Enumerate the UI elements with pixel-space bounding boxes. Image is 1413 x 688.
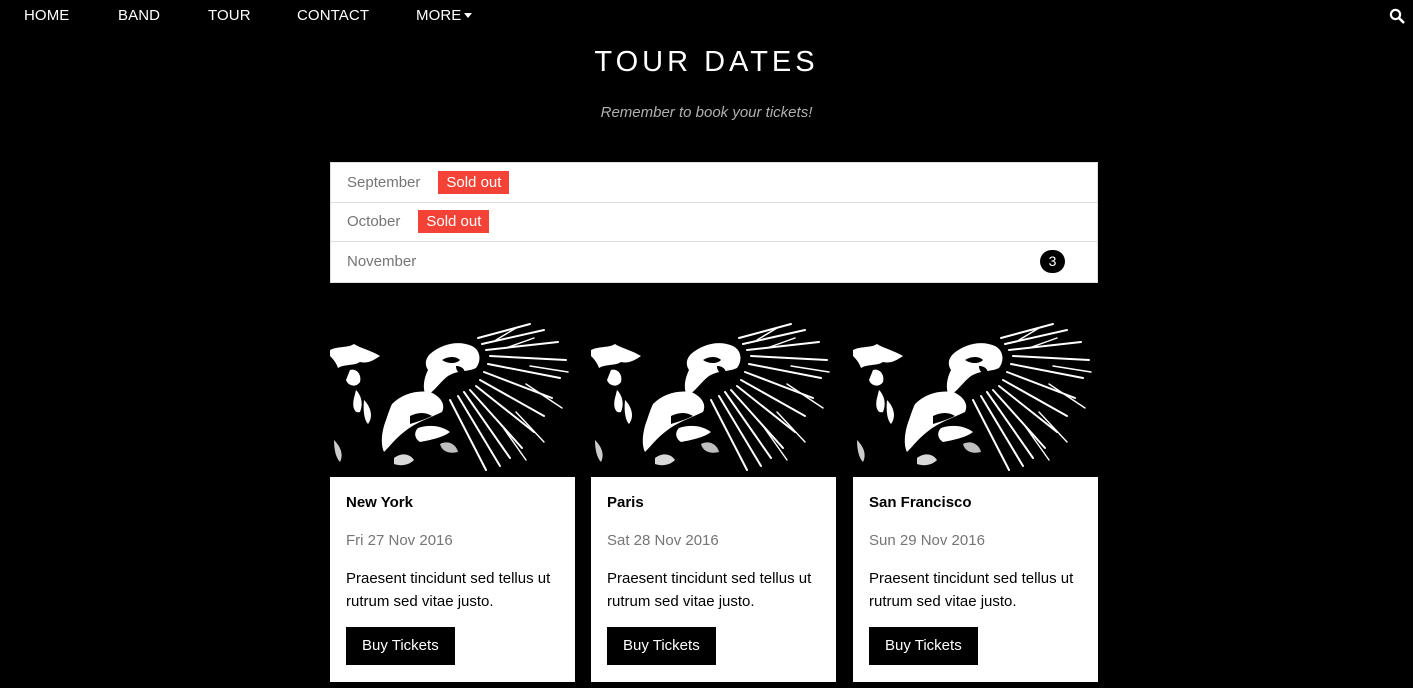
performer-photo: [853, 320, 1098, 477]
tour-card-san-francisco: San Francisco Sun 29 Nov 2016 Praesent t…: [853, 320, 1098, 682]
card-date: Sat 28 Nov 2016: [607, 532, 719, 549]
card-body: Paris Sat 28 Nov 2016 Praesent tincidunt…: [591, 477, 836, 682]
card-description: Praesent tincidunt sed tellus ut rutrum …: [346, 570, 551, 610]
card-body: New York Fri 27 Nov 2016 Praesent tincid…: [330, 477, 575, 682]
performer-photo: [330, 320, 575, 477]
month-label: November: [347, 253, 417, 271]
month-item-november[interactable]: November 3: [331, 242, 1097, 282]
performer-photo: [591, 320, 836, 477]
card-city: San Francisco: [869, 494, 972, 511]
sold-out-tag: Sold out: [418, 210, 490, 234]
concert-image: [591, 320, 836, 477]
page-title: TOUR DATES: [594, 46, 819, 78]
month-item-september[interactable]: September Sold out: [331, 163, 1097, 203]
concert-image: [853, 320, 1098, 477]
month-list: September Sold out October Sold out Nove…: [330, 162, 1098, 283]
nav-band[interactable]: BAND: [118, 0, 160, 32]
nav-tour[interactable]: TOUR: [208, 0, 251, 32]
month-label: October: [347, 213, 401, 231]
month-item-october[interactable]: October Sold out: [331, 203, 1097, 242]
concert-image: [330, 320, 575, 477]
top-navbar: HOME BAND TOUR CONTACT MORE: [0, 0, 1413, 32]
caret-down-icon: [464, 13, 473, 18]
nav-home[interactable]: HOME: [24, 0, 69, 32]
search-button[interactable]: [1389, 8, 1405, 24]
card-city: Paris: [607, 494, 644, 511]
tour-card-new-york: New York Fri 27 Nov 2016 Praesent tincid…: [330, 320, 575, 682]
card-description: Praesent tincidunt sed tellus ut rutrum …: [869, 570, 1074, 610]
card-date: Sun 29 Nov 2016: [869, 532, 985, 549]
buy-tickets-button[interactable]: Buy Tickets: [346, 627, 455, 665]
nav-more-label: MORE: [416, 7, 462, 24]
sold-out-tag: Sold out: [438, 170, 510, 194]
card-date: Fri 27 Nov 2016: [346, 532, 453, 549]
card-body: San Francisco Sun 29 Nov 2016 Praesent t…: [853, 477, 1098, 682]
nav-more-dropdown[interactable]: MORE: [416, 0, 473, 32]
nav-contact[interactable]: CONTACT: [297, 0, 369, 32]
month-label: September: [347, 173, 421, 191]
search-icon: [1389, 8, 1405, 24]
card-city: New York: [346, 494, 413, 511]
buy-tickets-button[interactable]: Buy Tickets: [607, 627, 716, 665]
count-badge: 3: [1040, 250, 1065, 273]
tour-card-paris: Paris Sat 28 Nov 2016 Praesent tincidunt…: [591, 320, 836, 682]
card-description: Praesent tincidunt sed tellus ut rutrum …: [607, 570, 812, 610]
page-subtitle: Remember to book your tickets!: [600, 104, 813, 121]
buy-tickets-button[interactable]: Buy Tickets: [869, 627, 978, 665]
